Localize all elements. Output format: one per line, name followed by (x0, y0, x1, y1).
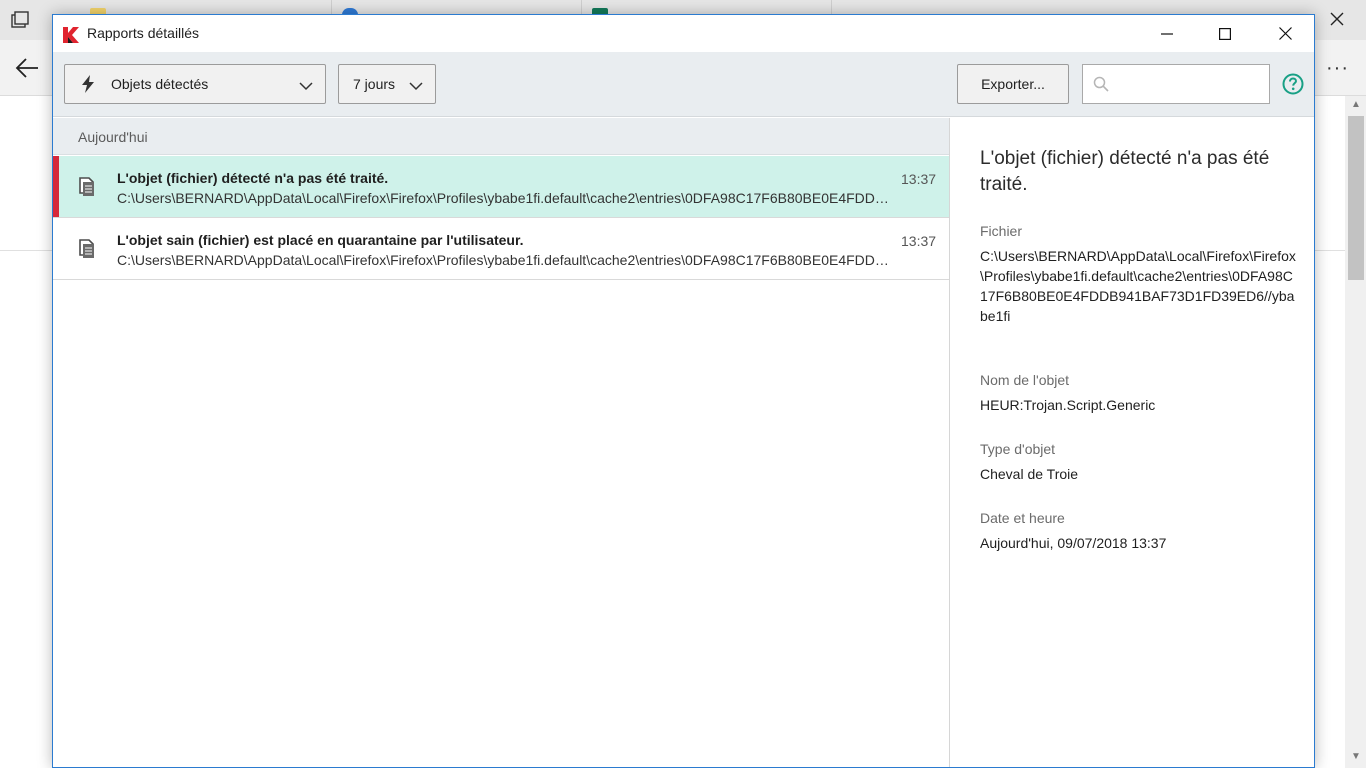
file-value: C:\Users\BERNARD\AppData\Local\Firefox\F… (980, 248, 1296, 324)
group-header: Aujourd'hui (53, 118, 949, 155)
object-name-value: HEUR:Trojan.Script.Generic (980, 397, 1156, 413)
file-copy-icon (79, 177, 94, 196)
chevron-down-icon (409, 82, 423, 91)
toolbar: Objets détectés 7 jours Exporter... (53, 52, 1314, 117)
list-item[interactable]: L'objet sain (fichier) est placé en quar… (53, 218, 949, 280)
back-arrow-icon[interactable] (14, 56, 40, 80)
lightning-icon (82, 75, 94, 93)
detail-pane: L'objet (fichier) détecté n'a pas été tr… (951, 118, 1314, 767)
severity-marker (53, 156, 59, 217)
file-label: Fichier (980, 223, 1023, 239)
search-icon (1093, 76, 1109, 92)
search-input[interactable] (1115, 71, 1265, 97)
scroll-up-icon[interactable]: ▲ (1350, 100, 1362, 110)
object-type-label: Type d'objet (980, 441, 1056, 457)
background-scrollbar-thumb[interactable] (1348, 116, 1364, 280)
object-filter-label: Objets détectés (111, 76, 209, 92)
file-copy-icon (79, 239, 94, 258)
reports-window: Rapports détaillés Objets détectés 7 jou… (52, 14, 1315, 768)
list-item-time: 13:37 (901, 233, 937, 249)
period-label: 7 jours (353, 76, 396, 92)
group-header-label: Aujourd'hui (78, 129, 148, 145)
export-button[interactable]: Exporter... (957, 64, 1069, 104)
object-type-value: Cheval de Troie (980, 466, 1079, 482)
list-item-title: L'objet (fichier) détecté n'a pas été tr… (117, 170, 389, 186)
window-title: Rapports détaillés (87, 25, 200, 41)
minimize-icon (1161, 32, 1173, 35)
datetime-value: Aujourd'hui, 09/07/2018 13:37 (980, 535, 1167, 551)
datetime-label: Date et heure (980, 510, 1065, 526)
help-icon[interactable] (1282, 73, 1304, 95)
maximize-icon (1219, 27, 1231, 40)
object-filter-dropdown[interactable]: Objets détectés (64, 64, 326, 104)
kaspersky-logo-icon (63, 27, 79, 43)
title-bar[interactable]: Rapports détaillés (53, 15, 1314, 52)
scroll-down-icon[interactable]: ▼ (1350, 752, 1362, 762)
list-item-path: C:\Users\BERNARD\AppData\Local\Firefox\F… (117, 190, 893, 206)
list-item-time: 13:37 (901, 171, 937, 187)
export-button-label: Exporter... (981, 76, 1045, 92)
object-name-label: Nom de l'objet (980, 372, 1070, 388)
more-icon[interactable]: ··· (1326, 54, 1354, 82)
browser-close-icon[interactable] (1326, 8, 1348, 30)
list-item[interactable]: L'objet (fichier) détecté n'a pas été tr… (53, 156, 949, 218)
period-dropdown[interactable]: 7 jours (338, 64, 436, 104)
chevron-down-icon (299, 82, 313, 91)
close-icon (1278, 27, 1292, 40)
list-item-title: L'objet sain (fichier) est placé en quar… (117, 232, 524, 248)
events-list: Aujourd'hui L'objet (fichier) détecté n'… (53, 118, 950, 767)
tab-list-icon[interactable] (10, 10, 30, 30)
close-button[interactable] (1256, 15, 1314, 52)
list-item-path: C:\Users\BERNARD\AppData\Local\Firefox\F… (117, 252, 893, 268)
detail-title: L'objet (fichier) détecté n'a pas été tr… (980, 148, 1270, 195)
search-box[interactable] (1082, 64, 1270, 104)
minimize-button[interactable] (1138, 15, 1196, 52)
maximize-button[interactable] (1196, 15, 1254, 52)
